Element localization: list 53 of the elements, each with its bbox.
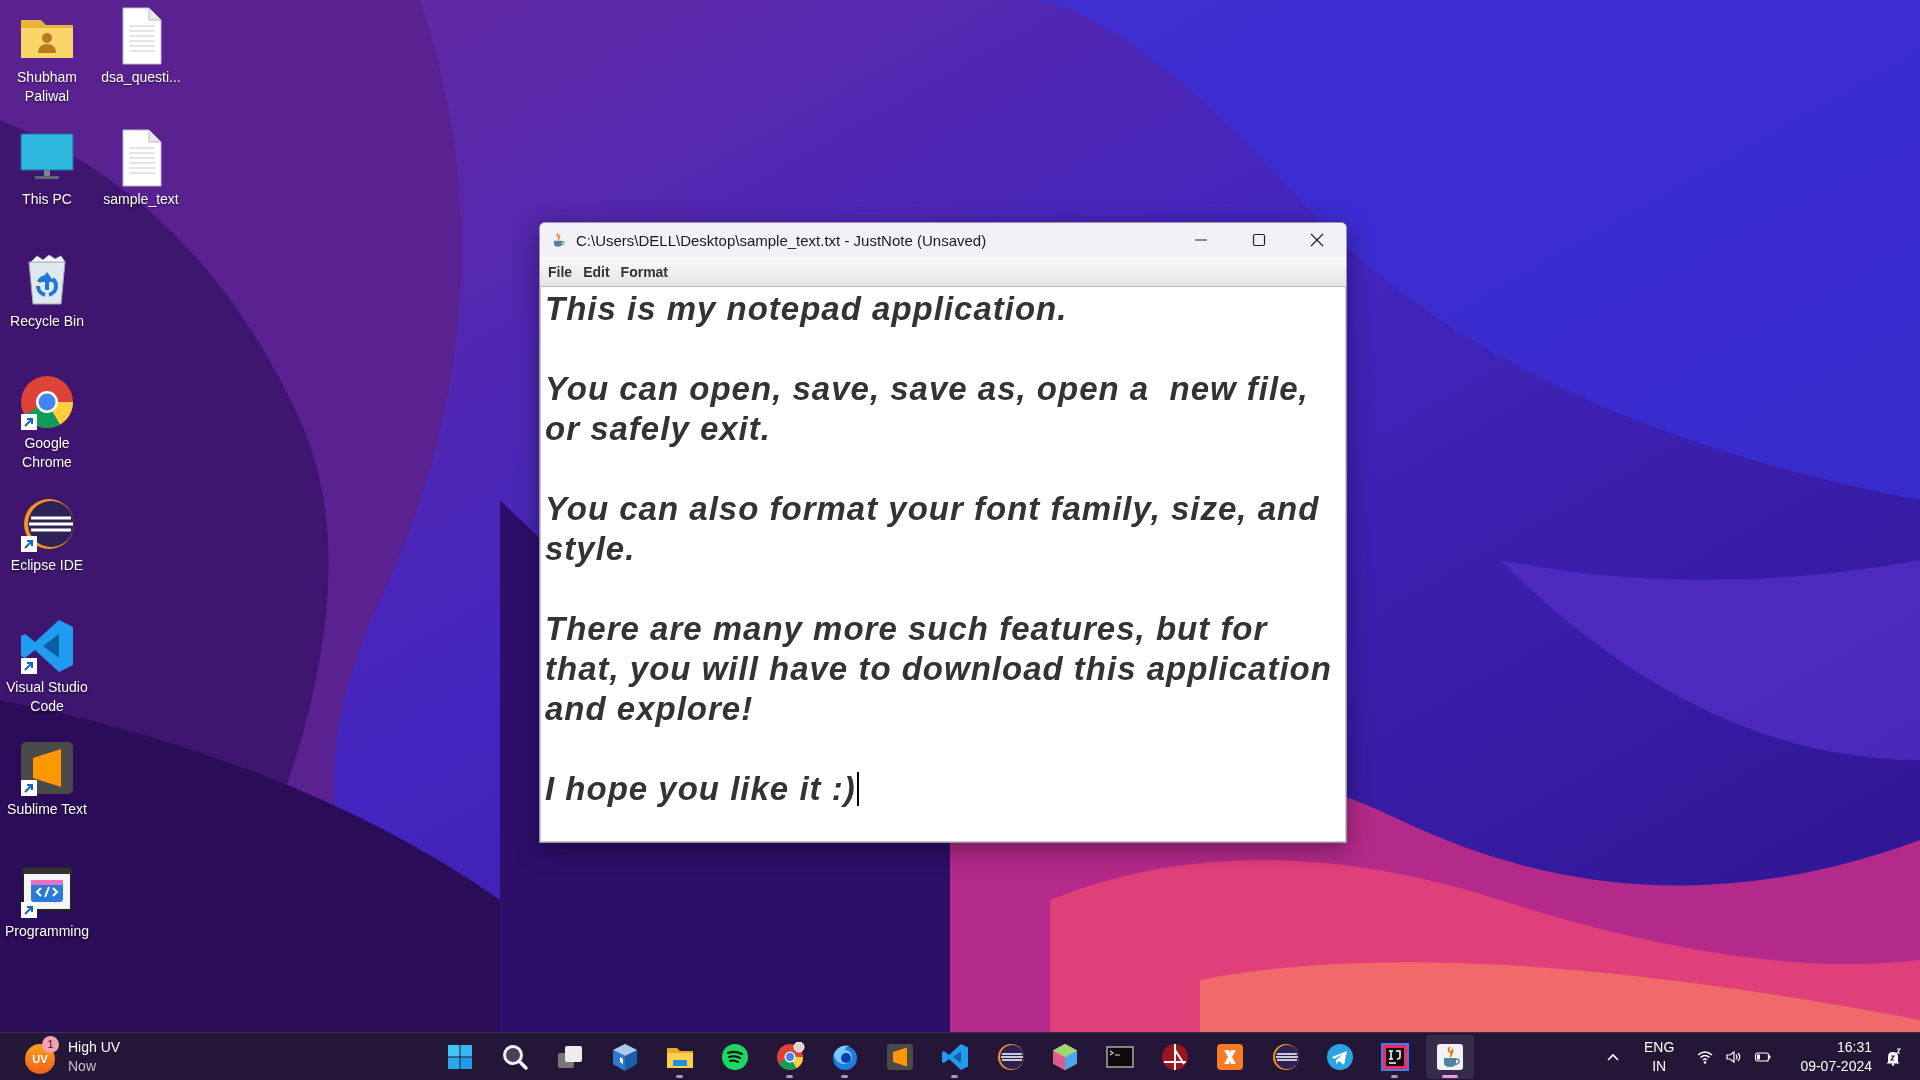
cube-icon bbox=[610, 1041, 640, 1072]
icon-label[interactable]: Programming bbox=[1, 922, 93, 941]
icon-label[interactable]: Sublime Text bbox=[1, 800, 93, 819]
menu-item[interactable]: Format bbox=[614, 260, 674, 283]
maximize-icon bbox=[1252, 233, 1266, 247]
code-editor-icon bbox=[940, 1041, 970, 1072]
menu-item[interactable]: Edit bbox=[577, 260, 615, 283]
icon-label[interactable]: Eclipse IDE bbox=[1, 556, 93, 575]
text-line: You can open, save, save as, open a new file, bbox=[545, 369, 1310, 409]
notification-badge: 1 bbox=[42, 1035, 59, 1053]
text-line: This is my notepad application. bbox=[545, 289, 1069, 329]
close-icon bbox=[1310, 233, 1324, 247]
clock-date[interactable]: 09-07-2024 bbox=[1800, 1056, 1872, 1076]
menu-item[interactable]: File bbox=[542, 260, 578, 283]
taskbar-app[interactable] bbox=[1426, 1034, 1474, 1079]
language-indicator[interactable]: ENG IN bbox=[1644, 1037, 1675, 1076]
intellij-icon bbox=[1380, 1041, 1410, 1072]
icon-label[interactable]: dsa_questi... bbox=[95, 68, 187, 87]
chrome-icon bbox=[775, 1041, 805, 1072]
icon-label[interactable]: Visual Studio Code bbox=[1, 678, 93, 716]
telegram-icon bbox=[1325, 1041, 1355, 1072]
text-line: and explore! bbox=[545, 689, 755, 729]
text-line: You can also format your font family, size, and bbox=[545, 489, 1321, 529]
region-text: IN bbox=[1652, 1056, 1667, 1076]
running-indicator bbox=[1442, 1074, 1458, 1078]
icon-label[interactable]: Google Chrome bbox=[1, 434, 93, 472]
icon-label[interactable]: This PC bbox=[1, 190, 93, 209]
text-line: or safely exit. bbox=[545, 409, 772, 449]
xampp-icon bbox=[1215, 1041, 1245, 1072]
running-indicator bbox=[841, 1074, 848, 1078]
language-text: ENG bbox=[1644, 1037, 1675, 1057]
clock-time[interactable]: 16:31 bbox=[1836, 1037, 1872, 1057]
notification-bell-icon bbox=[1884, 1047, 1902, 1066]
icon-label[interactable]: Shubham Paliwal bbox=[1, 68, 93, 106]
hexagon-cube-icon bbox=[1050, 1041, 1080, 1072]
running-indicator bbox=[676, 1074, 683, 1078]
text-line: There are many more such features, but for bbox=[545, 609, 1269, 649]
running-indicator bbox=[951, 1074, 958, 1078]
text-line: I hope you like it :) bbox=[545, 770, 856, 807]
running-indicator bbox=[786, 1074, 793, 1078]
text-line: that, you will have to download this application bbox=[545, 649, 1333, 689]
weather-subtitle[interactable]: Now bbox=[68, 1056, 121, 1076]
running-indicator bbox=[1391, 1074, 1398, 1078]
cross-circle-icon bbox=[1160, 1041, 1190, 1072]
coffee-cup-icon bbox=[1435, 1041, 1465, 1072]
icon-label[interactable]: sample_text bbox=[95, 190, 187, 209]
spotify-icon bbox=[720, 1041, 750, 1072]
eclipse-icon bbox=[1270, 1041, 1300, 1072]
icon-label[interactable]: Recycle Bin bbox=[1, 312, 93, 331]
window-title: C:\Users\DELL\Desktop\sample_text.txt - JustNote (Unsaved) bbox=[576, 231, 988, 249]
weather-title[interactable]: High UV bbox=[68, 1037, 121, 1057]
text-line: style. bbox=[545, 529, 637, 569]
eclipse-icon bbox=[995, 1041, 1025, 1072]
